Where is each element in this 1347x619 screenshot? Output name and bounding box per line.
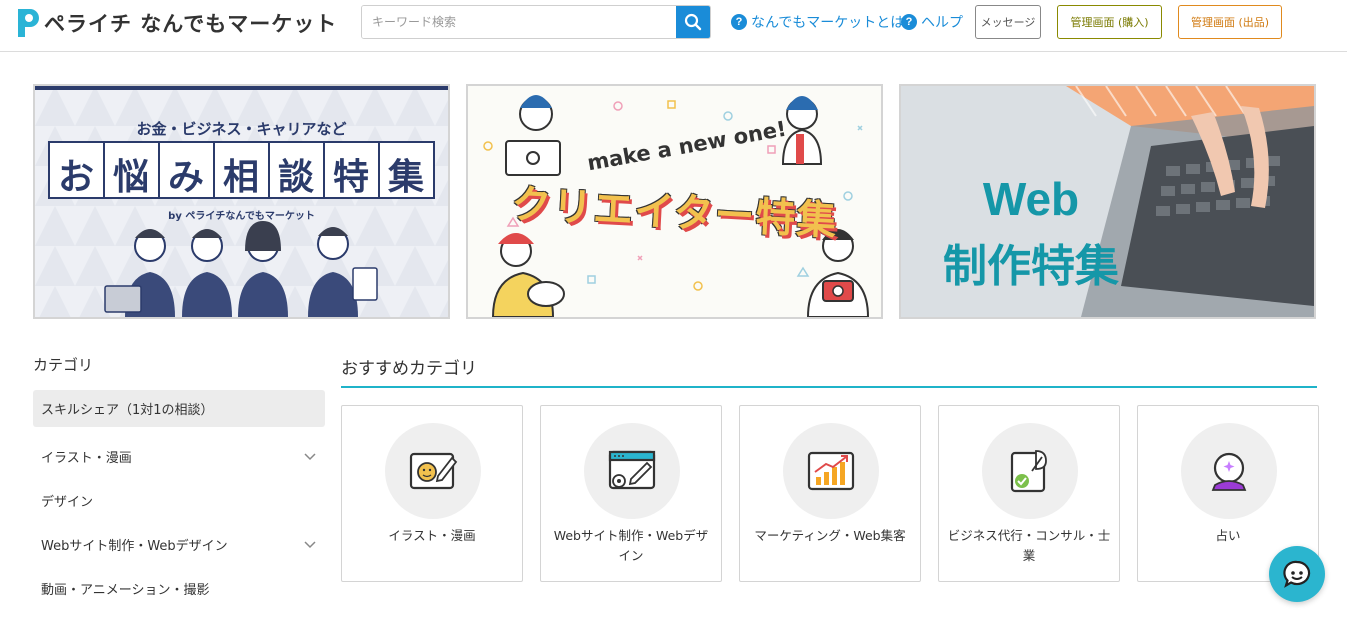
banner-creator[interactable]: make a new one! クリエイター特集 [466, 84, 883, 319]
card-icon-circle [982, 423, 1078, 519]
sidebar-title: カテゴリ [33, 356, 94, 374]
web-design-icon [608, 450, 656, 490]
message-button[interactable]: メッセージ [975, 5, 1041, 39]
recommended-cards: イラスト・漫画 Webサイト制作・Webデザイン マーケティング・Web集客 ビ… [341, 405, 1319, 582]
sell-admin-button[interactable]: 管理画面 (出品) [1178, 5, 1282, 39]
card-label: 占い [1215, 528, 1241, 543]
category-card-illustration[interactable]: イラスト・漫画 [341, 405, 523, 582]
sidebar-item-web[interactable]: Webサイト制作・Webデザイン [33, 522, 325, 566]
sidebar-item-label: デザイン [41, 494, 94, 510]
search-button[interactable] [676, 6, 710, 38]
chat-support-button[interactable] [1269, 546, 1325, 602]
card-icon-circle [783, 423, 879, 519]
help-link[interactable]: ? ヘルプ [901, 12, 963, 32]
category-card-marketing[interactable]: マーケティング・Web集客 [739, 405, 921, 582]
perai-logo-icon [18, 9, 39, 37]
card-label: Webサイト制作・Webデザイン [553, 528, 709, 563]
card-icon-circle [1181, 423, 1277, 519]
question-icon: ? [901, 14, 917, 30]
sidebar-item-illustration[interactable]: イラスト・漫画 [33, 434, 325, 478]
about-link-label: なんでもマーケットとは [751, 15, 905, 31]
business-consult-icon [1010, 450, 1047, 493]
illustration-icon [409, 452, 458, 490]
banner-web[interactable]: Web 制作特集 [899, 84, 1316, 319]
search-bar [361, 5, 711, 39]
recommended-divider [341, 386, 1317, 388]
category-card-web[interactable]: Webサイト制作・Webデザイン [540, 405, 722, 582]
logo-text: ペライチ なんでもマーケット [44, 12, 338, 36]
sidebar-item-video[interactable]: 動画・アニメーション・撮影 [33, 566, 325, 610]
banner-consultation-byline: by ペライチなんでもマーケット [35, 207, 448, 222]
search-input[interactable] [362, 6, 676, 38]
banner-consultation-title: お悩み相談特集 [58, 156, 434, 198]
buy-admin-button[interactable]: 管理画面 (購入) [1057, 5, 1162, 39]
chat-icon [1283, 560, 1311, 588]
category-card-business[interactable]: ビジネス代行・コンサル・士業 [938, 405, 1120, 582]
category-sidebar: スキルシェア（1対1の相談） イラスト・漫画 デザイン Webサイト制作・Web… [33, 390, 325, 610]
card-icon-circle [385, 423, 481, 519]
sidebar-item-label: 動画・アニメーション・撮影 [41, 582, 210, 598]
byline-prefix: by [168, 211, 182, 222]
about-link[interactable]: ? なんでもマーケットとは [731, 12, 904, 32]
question-icon: ? [731, 14, 747, 30]
card-icon-circle [584, 423, 680, 519]
site-logo[interactable]: ペライチ なんでもマーケット [14, 6, 337, 40]
banner-web-title-line2: 制作特集 [943, 241, 1119, 292]
banner-consultation[interactable]: お金・ビジネス・キャリアなど お悩み相談特集 by ペライチなんでもマーケット [33, 84, 450, 319]
card-label: イラスト・漫画 [388, 528, 476, 543]
recommended-title: おすすめカテゴリ [341, 359, 477, 379]
sidebar-item-label: イラスト・漫画 [41, 450, 132, 466]
sidebar-item-label: スキルシェア（1対1の相談） [41, 403, 214, 418]
card-label: マーケティング・Web集客 [754, 528, 906, 543]
site-header: ペライチ なんでもマーケット ? なんでもマーケットとは ? ヘルプ メッセージ… [0, 0, 1347, 52]
search-icon [684, 13, 702, 31]
chevron-down-icon[interactable] [303, 537, 317, 551]
chevron-down-icon[interactable] [303, 449, 317, 463]
sidebar-item-design[interactable]: デザイン [33, 478, 325, 522]
help-link-label: ヘルプ [921, 15, 963, 31]
card-label: ビジネス代行・コンサル・士業 [947, 528, 1111, 563]
marketing-chart-icon [807, 451, 855, 491]
banner-consultation-sub: お金・ビジネス・キャリアなど [136, 120, 347, 138]
sidebar-item-skill-share[interactable]: スキルシェア（1対1の相談） [33, 390, 325, 427]
banner-web-title-line1: Web [982, 173, 1080, 225]
sidebar-item-label: Webサイト制作・Webデザイン [41, 538, 228, 554]
byline-brand: ペライチなんでもマーケット [185, 211, 315, 222]
crystal-ball-icon [1211, 452, 1247, 491]
